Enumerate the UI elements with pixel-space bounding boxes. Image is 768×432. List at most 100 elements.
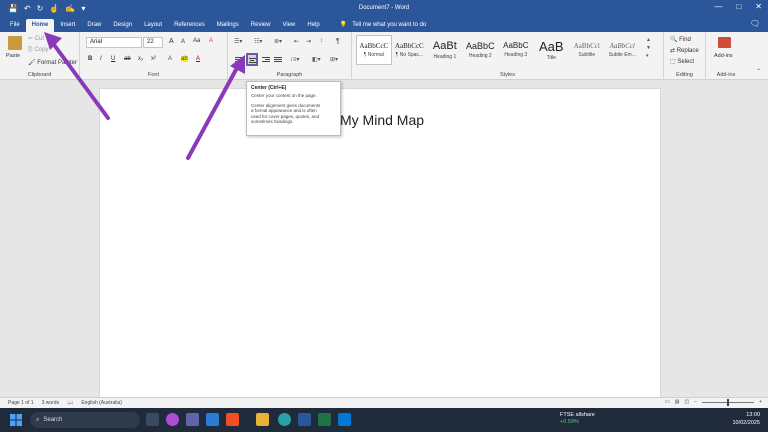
- zoom-slider-knob[interactable]: [727, 398, 730, 406]
- stock-widget[interactable]: FTSE allshare +0.59%: [560, 412, 595, 426]
- style-heading-2-name: Heading 2: [468, 52, 492, 59]
- tab-references[interactable]: References: [168, 19, 211, 32]
- align-right-icon[interactable]: [261, 56, 270, 65]
- replace-button[interactable]: ⇄ Replace: [670, 47, 699, 54]
- save-icon[interactable]: 💾: [8, 4, 18, 13]
- comments-icon[interactable]: 🗨: [750, 19, 760, 28]
- find-button[interactable]: 🔍 Find: [670, 36, 691, 43]
- styles-scroll[interactable]: ▲ ▼ ▾: [646, 36, 651, 60]
- tab-home[interactable]: Home: [25, 19, 55, 32]
- style-heading-2[interactable]: AaBbC Heading 2: [463, 35, 498, 65]
- proofing-icon[interactable]: 📖: [67, 400, 73, 406]
- select-button[interactable]: ⬚ Select: [670, 58, 694, 65]
- language-status[interactable]: English (Australia): [81, 400, 122, 406]
- borders-icon[interactable]: ⊞▾: [330, 56, 338, 63]
- font-color-button[interactable]: A: [196, 56, 200, 62]
- zoom-slider[interactable]: [702, 398, 755, 406]
- onedrive-icon[interactable]: [206, 413, 219, 426]
- customize-icon[interactable]: ▾: [81, 4, 85, 13]
- close-button[interactable]: ✕: [755, 2, 762, 11]
- outlook-taskbar-icon[interactable]: [338, 413, 351, 426]
- shading-icon[interactable]: ◧▾: [312, 56, 321, 63]
- style-heading-1[interactable]: AaBt Heading 1: [427, 35, 462, 65]
- file-explorer-icon[interactable]: [256, 413, 269, 426]
- minimize-button[interactable]: —: [714, 2, 722, 11]
- copy-button[interactable]: ⎘ Copy: [28, 47, 48, 54]
- zoom-in-icon[interactable]: +: [759, 399, 762, 405]
- style-heading-3[interactable]: AaBbC Heading 3: [498, 35, 533, 65]
- edge-icon[interactable]: [278, 413, 291, 426]
- document-heading[interactable]: My Mind Map: [340, 112, 424, 128]
- redo-icon[interactable]: ↻: [37, 4, 44, 13]
- style-normal[interactable]: AaBbCcC ¶ Normal: [356, 35, 392, 65]
- bold-button[interactable]: B: [88, 56, 92, 62]
- taskbar-search[interactable]: ⌕ Search: [30, 412, 140, 428]
- increase-indent-icon[interactable]: ⇥: [306, 38, 311, 45]
- paste-button[interactable]: Paste: [6, 53, 20, 59]
- align-left-icon[interactable]: [235, 56, 244, 65]
- paste-icon[interactable]: [8, 36, 22, 50]
- touch-mode-icon[interactable]: ☝: [49, 4, 59, 13]
- tab-layout[interactable]: Layout: [138, 19, 168, 32]
- tab-file[interactable]: File: [4, 19, 26, 32]
- tell-me-search[interactable]: 💡 Tell me what you want to do: [340, 19, 427, 32]
- style-no-spacing[interactable]: AaBbCcC ¶ No Spac...: [392, 35, 427, 65]
- strikethrough-button[interactable]: ab: [124, 56, 131, 62]
- word-count[interactable]: 3 words: [42, 400, 60, 406]
- font-name-field[interactable]: Arial: [86, 37, 142, 48]
- tab-help[interactable]: Help: [301, 19, 325, 32]
- print-layout-icon[interactable]: ▤: [675, 399, 680, 405]
- align-center-button[interactable]: [246, 53, 258, 66]
- page-count[interactable]: Page 1 of 1: [8, 400, 34, 406]
- read-mode-icon[interactable]: ▭: [665, 399, 670, 405]
- style-subtle-emphasis[interactable]: AaBbCcl Subtle Em...: [605, 35, 640, 65]
- tab-design[interactable]: Design: [107, 19, 138, 32]
- system-clock[interactable]: 13:00 10/02/2025: [732, 411, 760, 427]
- underline-button[interactable]: U: [111, 56, 115, 62]
- tab-draw[interactable]: Draw: [81, 19, 107, 32]
- addins-button[interactable]: Add-ins: [714, 53, 733, 59]
- format-painter-button[interactable]: 🖌 Format Painter: [28, 59, 77, 66]
- decrease-indent-icon[interactable]: ⇤: [294, 38, 299, 45]
- spelling-icon[interactable]: ✍: [65, 4, 75, 13]
- bullets-icon[interactable]: ☰▾: [234, 38, 242, 45]
- tab-mailings[interactable]: Mailings: [211, 19, 245, 32]
- tab-view[interactable]: View: [276, 19, 301, 32]
- teams-icon[interactable]: [186, 413, 199, 426]
- undo-icon[interactable]: ↶: [24, 4, 31, 13]
- italic-button[interactable]: I: [100, 56, 102, 62]
- change-case-button[interactable]: Aa: [193, 38, 200, 44]
- sort-icon[interactable]: ↕: [320, 38, 323, 44]
- cut-button[interactable]: ✂ Cut: [28, 35, 44, 42]
- font-size-field[interactable]: 22: [143, 37, 163, 48]
- word-taskbar-icon[interactable]: [298, 413, 311, 426]
- numbering-icon[interactable]: ☷▾: [254, 38, 262, 45]
- collapse-ribbon-icon[interactable]: ⌃: [756, 68, 761, 75]
- line-spacing-icon[interactable]: ↕≡▾: [290, 56, 300, 63]
- superscript-button[interactable]: x²: [151, 56, 156, 62]
- web-layout-icon[interactable]: ◫: [684, 399, 689, 405]
- copilot-icon[interactable]: [166, 413, 179, 426]
- excel-taskbar-icon[interactable]: [318, 413, 331, 426]
- style-subtitle[interactable]: AaBbCcl Subtitle: [569, 35, 604, 65]
- maximize-button[interactable]: □: [736, 2, 741, 11]
- clear-formatting-button[interactable]: A: [209, 38, 213, 44]
- tab-review[interactable]: Review: [245, 19, 277, 32]
- office-icon[interactable]: [226, 413, 239, 426]
- style-subtitle-name: Subtitle: [578, 51, 596, 58]
- show-marks-button[interactable]: ¶: [336, 38, 340, 45]
- highlight-button[interactable]: ab: [181, 56, 188, 62]
- multilevel-list-icon[interactable]: ≣▾: [274, 38, 282, 45]
- zoom-out-icon[interactable]: −: [694, 399, 697, 405]
- text-effects-button[interactable]: A: [168, 56, 172, 62]
- shrink-font-button[interactable]: A: [181, 39, 185, 45]
- addins-icon[interactable]: [718, 37, 731, 48]
- start-icon[interactable]: [10, 414, 22, 426]
- subscript-button[interactable]: x₂: [138, 56, 143, 62]
- grow-font-button[interactable]: A: [169, 38, 174, 45]
- justify-icon[interactable]: [273, 56, 282, 65]
- style-title[interactable]: AaB Title: [534, 35, 569, 65]
- task-view-icon[interactable]: [146, 413, 159, 426]
- document-page[interactable]: My Mind Map: [99, 88, 661, 408]
- tab-insert[interactable]: Insert: [54, 19, 81, 32]
